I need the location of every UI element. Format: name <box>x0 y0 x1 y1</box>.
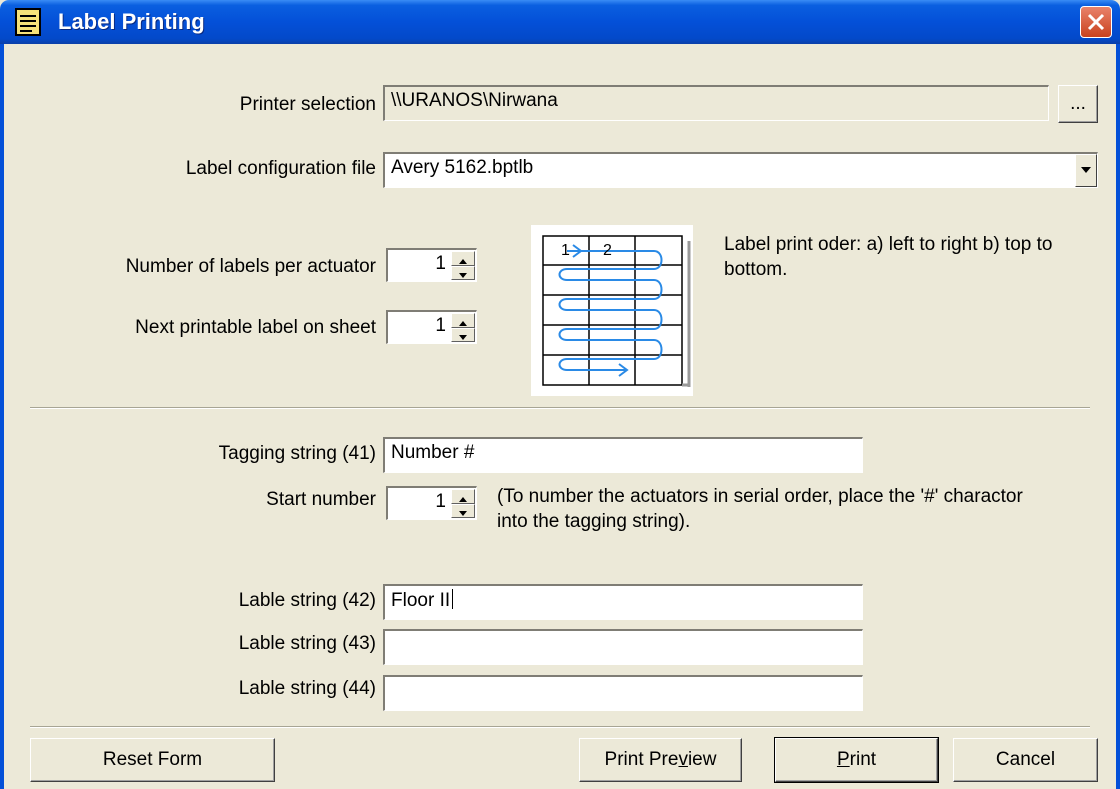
start-number-label: Start number <box>266 489 376 510</box>
label-config-select[interactable]: Avery 5162.bptlb <box>383 152 1098 188</box>
text-cursor <box>452 589 454 609</box>
spin-down-button[interactable] <box>451 503 475 518</box>
window-frame-left <box>0 44 4 789</box>
cancel-button[interactable]: Cancel <box>953 738 1098 782</box>
close-button[interactable] <box>1080 6 1112 38</box>
spin-down-button[interactable] <box>451 327 475 342</box>
diagram-label-2: 2 <box>603 242 612 259</box>
printer-selection-label: Printer selection <box>239 94 376 115</box>
close-icon <box>1087 13 1105 31</box>
lable-string-42-label: Lable string (42) <box>238 590 376 611</box>
label-order-diagram: 1 2 <box>531 225 693 396</box>
lable-string-42-value: Floor II <box>391 590 451 611</box>
label-config-value: Avery 5162.bptlb <box>391 157 534 178</box>
lable-string-43-label: Lable string (43) <box>238 633 376 654</box>
spin-up-button[interactable] <box>451 251 475 266</box>
start-number-stepper[interactable]: 1 <box>386 486 477 520</box>
next-label-stepper[interactable]: 1 <box>386 310 477 344</box>
lable-string-43-input[interactable] <box>383 629 863 665</box>
print-order-description: Label print oder: a) left to right b) to… <box>724 234 1053 280</box>
serial-order-hint: (To number the actuators in serial order… <box>497 486 1023 532</box>
print-button[interactable]: Print <box>774 737 939 783</box>
labels-per-actuator-value: 1 <box>435 253 446 274</box>
title-bar[interactable]: Label Printing <box>0 0 1120 44</box>
lable-string-44-label: Lable string (44) <box>238 678 376 699</box>
printer-selection-field[interactable]: \\URANOS\Nirwana <box>383 85 1049 121</box>
labels-per-actuator-stepper[interactable]: 1 <box>386 248 477 282</box>
window-title: Label Printing <box>58 9 205 34</box>
diagram-label-1: 1 <box>561 242 570 259</box>
printer-browse-button[interactable]: ... <box>1058 85 1098 123</box>
next-label-label: Next printable label on sheet <box>135 317 376 338</box>
start-number-value: 1 <box>435 491 446 512</box>
print-preview-label: Print Preview <box>604 749 717 770</box>
notepad-icon <box>15 8 41 36</box>
label-config-label: Label configuration file <box>185 158 376 179</box>
tagging-string-input[interactable]: Number # <box>383 437 863 473</box>
print-preview-button[interactable]: Print Preview <box>579 738 742 782</box>
lable-string-44-input[interactable] <box>383 675 863 711</box>
spin-up-button[interactable] <box>451 313 475 328</box>
window-frame-right <box>1116 44 1120 789</box>
lable-string-42-input[interactable]: Floor II <box>383 584 863 620</box>
spin-down-button[interactable] <box>451 265 475 280</box>
tagging-string-label: Tagging string (41) <box>218 443 376 464</box>
spin-up-button[interactable] <box>451 489 475 504</box>
print-label: Print <box>836 749 877 770</box>
chevron-down-icon[interactable] <box>1075 154 1097 187</box>
next-label-value: 1 <box>435 315 446 336</box>
separator <box>30 407 1090 409</box>
labels-per-actuator-label: Number of labels per actuator <box>125 256 376 277</box>
reset-form-button[interactable]: Reset Form <box>30 738 275 782</box>
separator <box>30 726 1090 728</box>
